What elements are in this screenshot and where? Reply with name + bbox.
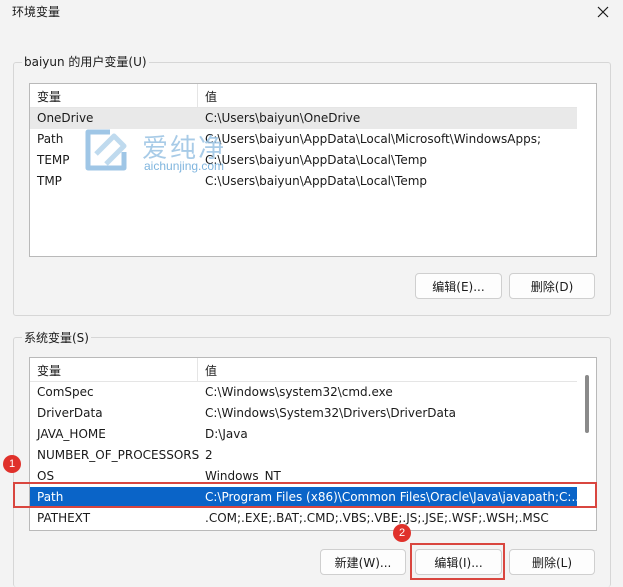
- system-new-button[interactable]: 新建(W)...: [320, 549, 406, 575]
- step-badge-2: 2: [393, 524, 411, 542]
- user-delete-button[interactable]: 删除(D): [509, 273, 595, 299]
- sys-var-row-pathext[interactable]: PATHEXT .COM;.EXE;.BAT;.CMD;.VBS;.VBE;.J…: [30, 508, 577, 529]
- close-icon: [597, 6, 609, 18]
- title-bar: 环境变量: [0, 0, 623, 24]
- close-button[interactable]: [591, 1, 615, 23]
- user-list-header: 变量 值: [30, 84, 577, 108]
- column-header-value[interactable]: 值: [198, 84, 577, 107]
- column-header-variable[interactable]: 变量: [30, 358, 198, 381]
- highlight-path-row: [13, 482, 597, 508]
- column-header-variable[interactable]: 变量: [30, 84, 198, 107]
- watermark-icon: [85, 129, 127, 171]
- system-list-header: 变量 值: [30, 358, 577, 382]
- sys-var-row-driverdata[interactable]: DriverData C:\Windows\System32\Drivers\D…: [30, 403, 577, 424]
- sys-var-row-java-home[interactable]: JAVA_HOME D:\Java: [30, 424, 577, 445]
- highlight-edit-button: [410, 543, 505, 580]
- step-badge-1: 1: [3, 455, 21, 473]
- system-delete-button[interactable]: 删除(L): [509, 549, 595, 575]
- system-variables-label: 系统变量(S): [22, 329, 91, 346]
- sys-var-row-number-of-processors[interactable]: NUMBER_OF_PROCESSORS 2: [30, 445, 577, 466]
- scroll-thumb[interactable]: [585, 375, 589, 433]
- watermark-logo: 爱纯净 aichunjing.com: [80, 126, 255, 178]
- window-title: 环境变量: [12, 5, 61, 19]
- sys-var-row-comspec[interactable]: ComSpec C:\Windows\system32\cmd.exe: [30, 382, 577, 403]
- user-edit-button[interactable]: 编辑(E)...: [415, 273, 502, 299]
- watermark-url: aichunjing.com: [144, 159, 225, 173]
- user-variables-label: baiyun 的用户变量(U): [22, 53, 149, 70]
- column-header-value[interactable]: 值: [198, 358, 577, 381]
